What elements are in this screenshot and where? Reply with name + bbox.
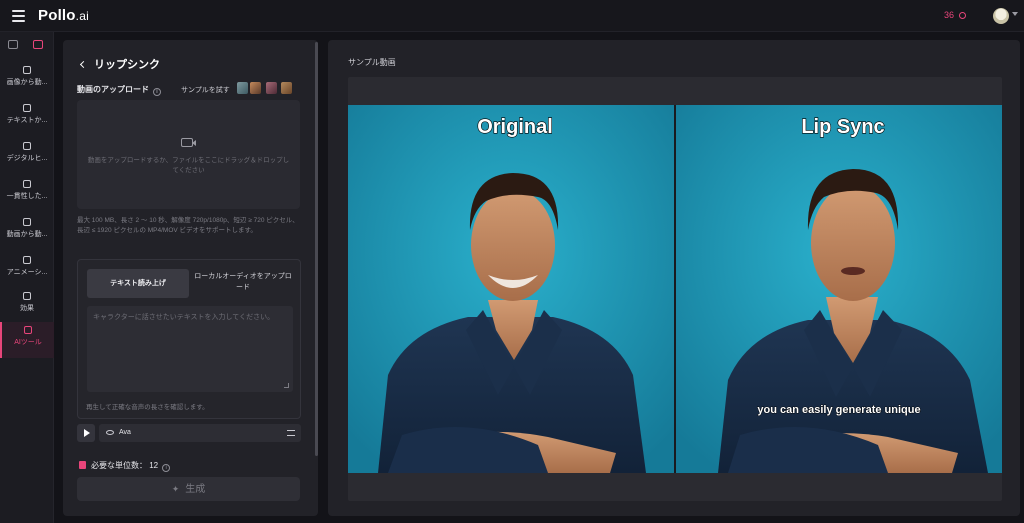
nav-item-animation[interactable]: アニメーシ...	[0, 252, 54, 288]
credit-coin-icon	[958, 12, 966, 19]
text-to-video-icon	[23, 104, 31, 112]
nav-item-ai-tools[interactable]: AIツール	[0, 322, 54, 358]
lip-sync-half: Lip Sync you can easily generate unique	[676, 105, 1002, 473]
try-sample-label: サンプルを試す	[181, 87, 230, 94]
audio-source-box: テキスト読み上げ ローカルオーディオをアップロード 再生して正確な音声の長さを確…	[77, 259, 301, 419]
credits-counter[interactable]: 36	[944, 10, 966, 20]
info-icon[interactable]: i	[153, 88, 161, 96]
original-half: Original	[348, 105, 674, 473]
preview-title: サンプル動画	[348, 58, 396, 67]
lip-sync-panel: リップシンク 動画のアップロード i サンプルを試す 動画をアップロードするか、フ…	[63, 40, 318, 516]
sample-thumbnail[interactable]	[250, 82, 261, 94]
sample-thumbnail[interactable]	[266, 82, 277, 94]
generate-button[interactable]: ✦ 生成	[77, 477, 300, 501]
sample-thumbnail[interactable]	[237, 82, 248, 94]
top-bar: Pollo.ai 36	[0, 0, 1024, 32]
nav-item-video-to-video[interactable]: 動画から動...	[0, 214, 54, 250]
nav-item-digital-human[interactable]: デジタルヒ...	[0, 138, 54, 174]
menu-icon[interactable]	[12, 10, 25, 22]
image-to-video-icon	[23, 66, 31, 74]
voice-bar: Ava	[77, 424, 301, 442]
sparkle-icon: ✦	[171, 484, 180, 494]
avatar[interactable]	[993, 8, 1009, 24]
nav-item-effects[interactable]: 効果	[0, 288, 54, 324]
video-to-video-icon	[23, 218, 31, 226]
video-camera-icon	[181, 138, 196, 147]
upload-requirements: 最大 100 MB、長さ 2 ～ 10 秒、解像度 720p/1080p、短辺 …	[77, 217, 299, 234]
video-dropzone[interactable]: 動画をアップロードするか、ファイルをここにドラッグ＆ドロップしてください	[77, 100, 300, 209]
play-button[interactable]	[77, 424, 95, 442]
required-units: 必要な単位数： 12 i	[79, 460, 171, 472]
lip-sync-label: Lip Sync	[801, 116, 884, 138]
digital-human-icon	[23, 142, 31, 150]
sample-video-frame: Original Lip Sync you can easily generat…	[348, 105, 1002, 473]
swap-icon[interactable]	[287, 430, 295, 436]
upload-label: 動画のアップロード i	[77, 84, 161, 96]
back-button[interactable]: リップシンク	[79, 56, 160, 72]
info-icon[interactable]: i	[162, 464, 171, 472]
voice-name: Ava	[119, 429, 131, 436]
original-label: Original	[477, 116, 553, 138]
units-value: 12	[149, 461, 159, 470]
nav-item-consistent-character[interactable]: 一貫性した...	[0, 176, 54, 212]
preview-panel: サンプル動画 Original Lip Sync you can easily …	[328, 40, 1020, 516]
rail-mode-switch	[0, 37, 54, 57]
logo[interactable]: Pollo.ai	[38, 7, 89, 24]
consistent-character-icon	[23, 180, 31, 188]
sample-thumbnail[interactable]	[281, 82, 292, 94]
sample-video-player[interactable]: Original Lip Sync you can easily generat…	[348, 77, 1002, 501]
panel-scrollbar[interactable]	[315, 42, 318, 456]
tts-hint: 再生して正確な音声の長さを確認します。	[86, 404, 209, 411]
ai-tools-icon	[24, 326, 32, 334]
panel-title: リップシンク	[94, 59, 160, 71]
animation-icon	[23, 256, 31, 264]
video-mode-icon[interactable]	[33, 40, 43, 49]
voice-select[interactable]: Ava	[99, 424, 301, 442]
chevron-down-icon[interactable]	[1012, 12, 1018, 16]
tab-upload-audio[interactable]: ローカルオーディオをアップロード	[192, 271, 294, 293]
left-rail: 画像から動... テキストか... デジタルヒ... 一貫性した... 動画から…	[0, 32, 54, 523]
tab-text-to-speech[interactable]: テキスト読み上げ	[87, 269, 189, 298]
eye-icon	[106, 430, 114, 435]
speech-text-input[interactable]	[87, 306, 293, 392]
dropzone-text: 動画をアップロードするか、ファイルをここにドラッグ＆ドロップしてください	[87, 157, 290, 174]
nav-item-text-to-video[interactable]: テキストか...	[0, 100, 54, 136]
chevron-left-icon	[79, 60, 88, 69]
speech-text-field[interactable]	[87, 306, 293, 392]
coin-icon	[79, 461, 86, 469]
image-mode-icon[interactable]	[8, 40, 18, 49]
video-subtitle: you can easily generate unique	[757, 404, 920, 416]
resize-handle-icon[interactable]	[284, 383, 289, 388]
effects-icon	[23, 292, 31, 300]
nav-item-image-to-video[interactable]: 画像から動...	[0, 62, 54, 98]
